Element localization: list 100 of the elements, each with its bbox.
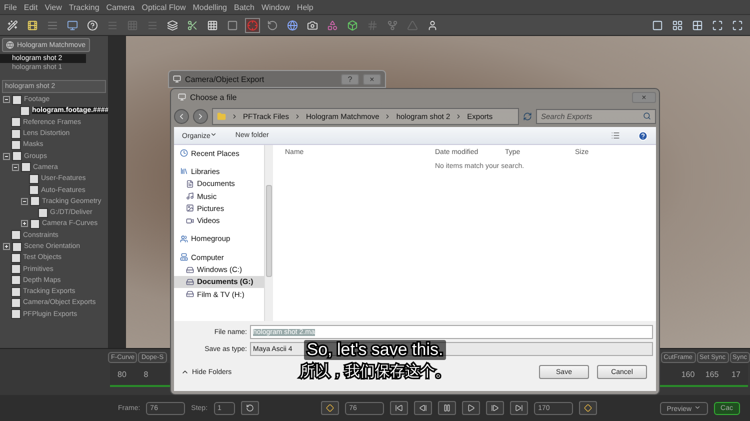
search-icon[interactable]	[643, 112, 651, 120]
node-icon	[21, 162, 31, 172]
chevron-icon	[455, 112, 462, 120]
tick-label: 165	[704, 370, 720, 378]
back-button[interactable]	[174, 108, 189, 124]
menu-item[interactable]: Tracking	[68, 2, 100, 12]
node-icon	[11, 298, 21, 308]
single-view-icon[interactable]	[651, 18, 664, 32]
node-icon	[20, 106, 30, 116]
menu-item[interactable]: View	[44, 2, 62, 12]
picture-icon	[186, 204, 194, 212]
menu-item[interactable]: File	[4, 2, 17, 12]
box-icon[interactable]	[346, 18, 359, 32]
document-icon	[186, 180, 194, 188]
target-icon[interactable]	[246, 18, 259, 32]
view-options-icon[interactable]	[611, 131, 620, 140]
folder-icon	[217, 112, 226, 120]
help-button[interactable]: ?	[341, 74, 359, 84]
menu-item[interactable]: Edit	[24, 2, 38, 12]
diamond-icon	[584, 404, 592, 412]
skip-back-button[interactable]	[390, 401, 408, 415]
monitor-icon[interactable]	[66, 18, 79, 32]
menu-item[interactable]: Window	[261, 2, 290, 12]
figure-icon[interactable]	[426, 18, 439, 32]
step-forward-icon	[491, 404, 500, 412]
fit-view-icon[interactable]	[731, 18, 744, 32]
grid-icon[interactable]	[206, 18, 219, 32]
quad-view-icon[interactable]	[691, 18, 704, 32]
close-button[interactable]: ×	[632, 92, 656, 102]
help-icon[interactable]	[86, 18, 99, 32]
diamond-icon	[326, 404, 334, 412]
step-forward-button[interactable]	[486, 401, 504, 415]
play-button[interactable]	[462, 401, 480, 415]
close-button[interactable]: ×	[363, 74, 381, 84]
film-icon[interactable]	[26, 18, 39, 32]
play-icon	[467, 404, 476, 412]
caret-icon	[694, 404, 701, 410]
menu-item[interactable]: Modelling	[192, 2, 227, 12]
expand-toggle[interactable]	[3, 243, 10, 250]
music-icon	[186, 192, 194, 200]
rotate-icon[interactable]	[266, 18, 279, 32]
skip-back-icon	[395, 404, 404, 412]
window-title: Choose a file	[190, 92, 237, 102]
window-title: Camera/Object Export	[185, 74, 264, 84]
node-icon	[29, 185, 39, 196]
wand-icon[interactable]	[6, 18, 19, 32]
node-icon	[12, 242, 22, 252]
scrollbar[interactable]	[264, 145, 273, 321]
tick-label: 160	[680, 370, 696, 378]
skip-forward-button[interactable]	[510, 401, 528, 415]
keyframe-button[interactable]	[579, 401, 598, 415]
step-back-button[interactable]	[414, 401, 432, 415]
library-icon	[180, 167, 188, 176]
chevron-icon	[231, 112, 238, 120]
caret-icon	[210, 131, 218, 138]
node-icon	[11, 252, 21, 263]
globe-icon	[6, 41, 14, 49]
collapse-toggle[interactable]	[12, 164, 19, 171]
node-icon	[11, 140, 21, 150]
menu-item[interactable]: Camera	[106, 2, 135, 12]
shape-icon[interactable]	[326, 18, 339, 32]
globe-icon[interactable]	[286, 18, 299, 32]
expand-view-icon[interactable]	[711, 18, 724, 32]
people-icon	[180, 234, 188, 243]
collapse-toggle[interactable]	[3, 152, 10, 160]
expand-toggle[interactable]	[21, 220, 28, 228]
loop-button[interactable]	[240, 401, 259, 415]
tick-label: 8	[142, 370, 150, 378]
chevron-icon	[384, 112, 392, 120]
scissors-icon[interactable]	[186, 18, 199, 32]
menu-item[interactable]: Batch	[234, 2, 254, 12]
node-icon	[11, 275, 21, 286]
dotted-view-icon[interactable]	[671, 18, 684, 32]
rectangle-icon[interactable]	[226, 18, 239, 32]
refresh-icon[interactable]	[523, 112, 532, 120]
node-icon	[30, 218, 40, 229]
computer-icon	[180, 253, 188, 262]
skip-forward-icon	[515, 404, 524, 412]
menu-item[interactable]: Optical Flow	[142, 2, 186, 12]
drive-icon	[186, 266, 194, 274]
video-icon	[186, 216, 194, 225]
subtitle: 所以，我们保存这个。	[297, 362, 453, 381]
collapse-toggle[interactable]	[3, 96, 10, 104]
node-icon	[29, 174, 39, 184]
camera-icon[interactable]	[306, 18, 319, 32]
chevron-icon	[294, 112, 301, 120]
collapse-toggle[interactable]	[21, 198, 28, 205]
node-icon	[11, 230, 21, 240]
keyframe-button[interactable]	[321, 401, 340, 415]
forward-button[interactable]	[193, 108, 208, 124]
node-icon	[11, 286, 21, 297]
drive-icon	[186, 278, 194, 286]
node-icon	[12, 94, 22, 105]
tick-label: 17	[730, 370, 742, 378]
chevron-up-icon	[181, 368, 189, 376]
dots-grid-icon[interactable]	[126, 18, 139, 32]
node-icon	[12, 151, 22, 162]
node-icon	[11, 309, 21, 320]
step-back-icon	[419, 404, 428, 412]
menu-item[interactable]: Help	[296, 2, 314, 12]
